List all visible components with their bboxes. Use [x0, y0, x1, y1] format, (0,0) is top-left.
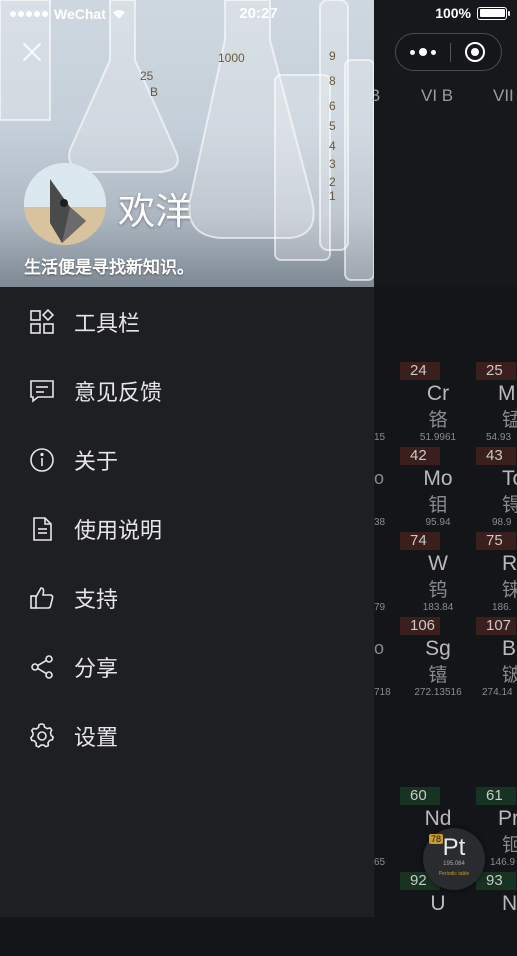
- svg-text:1: 1: [329, 189, 336, 203]
- svg-text:8: 8: [329, 74, 336, 88]
- menu-item-label: 意见反馈: [74, 379, 163, 405]
- element-mass-partial: 65: [374, 857, 386, 868]
- share-icon: [29, 654, 55, 680]
- svg-text:3: 3: [329, 157, 336, 171]
- element-mass-partial: 79: [374, 602, 386, 613]
- element-mass-partial: 38: [374, 517, 386, 528]
- status-bar: WeChat 20:27 100%: [0, 0, 517, 28]
- group-label: VII: [493, 86, 514, 105]
- avatar-image: [24, 163, 106, 245]
- svg-text:9: 9: [329, 49, 336, 63]
- close-mini-program-icon[interactable]: [465, 42, 485, 62]
- element-symbol-partial: o: [374, 468, 385, 488]
- menu-item-instructions[interactable]: 使用说明: [0, 494, 374, 563]
- svg-text:25: 25: [140, 69, 154, 83]
- user-motto: 生活便是寻找新知识。: [24, 258, 194, 277]
- svg-text:B: B: [150, 85, 158, 99]
- settings-icon: [29, 722, 55, 749]
- info-icon: [29, 447, 55, 473]
- document-icon: [29, 516, 55, 542]
- svg-text:1000: 1000: [218, 51, 245, 65]
- profile-header: 1000 25 B 9 8 6 5 4 3 21 欢洋 生活便是寻找新知识。: [0, 0, 374, 287]
- drawer-menu: 工具栏 意见反馈 关于 使用说明 支持 分享 设置: [0, 287, 374, 770]
- menu-item-feedback[interactable]: 意见反馈: [0, 356, 374, 425]
- close-icon[interactable]: [20, 40, 44, 64]
- element-symbol-partial: o: [374, 638, 385, 658]
- menu-item-label: 使用说明: [74, 517, 163, 543]
- menu-item-label: 设置: [74, 724, 119, 750]
- menu-item-label: 分享: [74, 655, 119, 681]
- element-mass-partial: 718: [374, 687, 391, 698]
- element-cell[interactable]: 75 R 铼 186.: [476, 532, 517, 616]
- svg-text:6: 6: [329, 99, 336, 113]
- battery-icon: [477, 6, 510, 20]
- battery-percent: 100%: [435, 5, 471, 21]
- menu-item-label: 支持: [74, 586, 119, 612]
- element-mass-partial: 15: [374, 432, 386, 443]
- svg-text:4: 4: [329, 139, 336, 153]
- thumbs-up-icon: [29, 585, 55, 611]
- menu-item-support[interactable]: 支持: [0, 563, 374, 632]
- menu-item-about[interactable]: 关于: [0, 425, 374, 494]
- element-cell[interactable]: 42 Mo 钼 95.94: [400, 447, 476, 531]
- floating-element-badge[interactable]: 78 Pt 195.084 Periodic table: [423, 828, 485, 890]
- element-cell[interactable]: 74 W 钨 183.84: [400, 532, 476, 616]
- svg-text:5: 5: [329, 119, 336, 133]
- username: 欢洋: [118, 191, 192, 232]
- avatar[interactable]: [24, 163, 106, 245]
- svg-text:2: 2: [329, 175, 336, 189]
- element-cell[interactable]: 43 Tc 锝 98.9: [476, 447, 517, 531]
- menu-item-share[interactable]: 分享: [0, 632, 374, 701]
- element-cell[interactable]: 24 Cr 铬 51.9961: [400, 362, 476, 446]
- group-label: VI B: [421, 86, 454, 105]
- menu-item-settings[interactable]: 设置: [0, 701, 374, 770]
- side-drawer: 1000 25 B 9 8 6 5 4 3 21 欢洋 生活便是寻找新知识。 工具栏 意…: [0, 0, 374, 917]
- mini-program-capsule: [395, 33, 502, 71]
- feedback-icon: [29, 378, 55, 404]
- menu-item-label: 关于: [74, 448, 119, 474]
- toolbar-icon: [29, 308, 55, 335]
- element-cell[interactable]: 107 Bh 𬭛 274.14: [476, 617, 517, 701]
- element-cell[interactable]: 93 N: [476, 872, 517, 956]
- element-cell[interactable]: 25 M 锰 54.93: [476, 362, 517, 446]
- element-cell[interactable]: 106 Sg 𬭳 272.13516: [400, 617, 476, 701]
- more-icon[interactable]: [410, 47, 440, 57]
- menu-item-label: 工具栏: [74, 310, 141, 336]
- menu-item-toolbar[interactable]: 工具栏: [0, 287, 374, 356]
